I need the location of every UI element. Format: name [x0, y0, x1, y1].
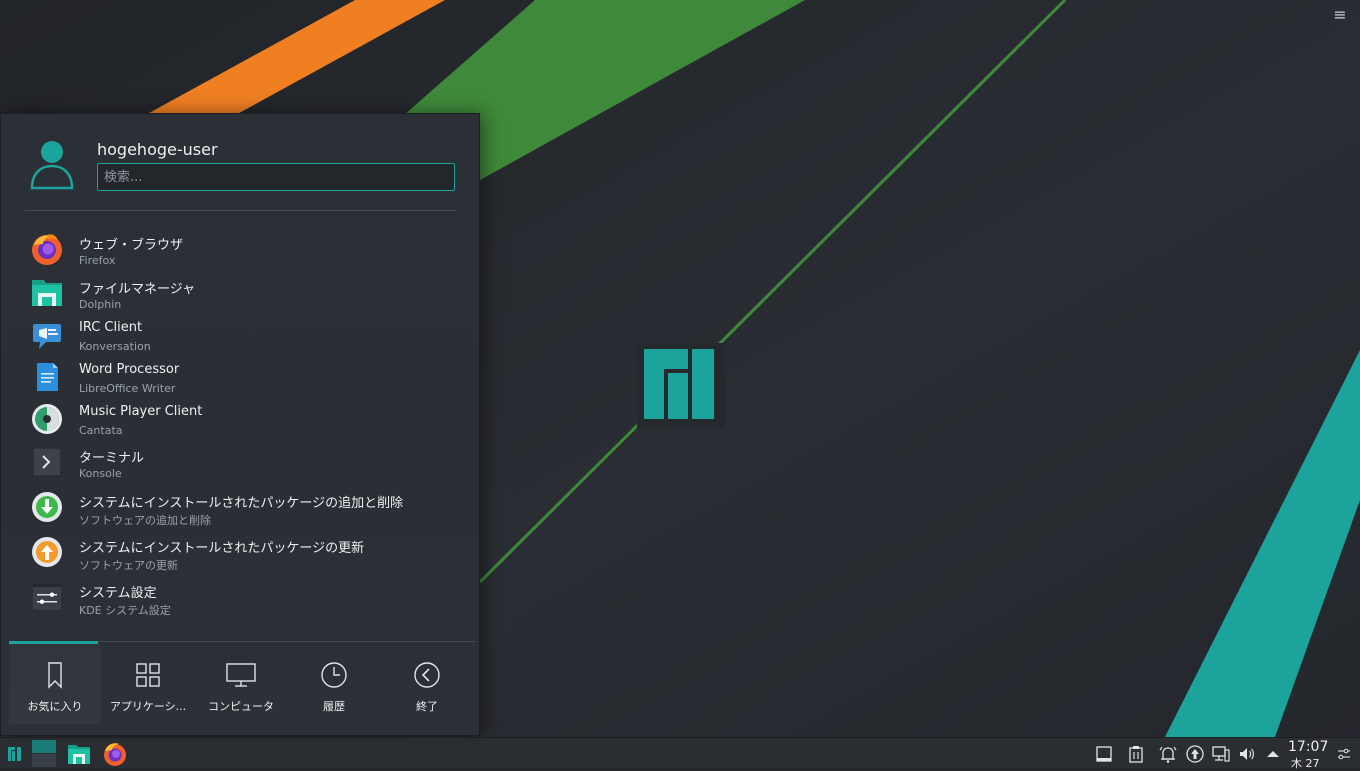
manjaro-logo	[644, 349, 714, 419]
app-subtitle: KDE システム設定	[79, 604, 171, 617]
package-update-icon	[32, 537, 62, 567]
clock-time[interactable]: 17:07	[1288, 739, 1328, 755]
launcher-tab-bar: お気に入り アプリケーシ... コンピュータ 履歴 終了	[9, 644, 475, 724]
tab-label: 終了	[416, 700, 438, 713]
tray-settings-icon[interactable]	[1336, 744, 1352, 764]
tab-leave[interactable]: 終了	[381, 644, 473, 724]
header-divider	[25, 210, 457, 211]
app-item-firefox[interactable]: ウェブ・ブラウザ Firefox	[1, 228, 477, 270]
app-item-konversation[interactable]: IRC Client Konversation	[1, 314, 477, 356]
notifications-icon[interactable]	[1158, 744, 1178, 764]
app-subtitle: Konsole	[79, 467, 122, 480]
tab-history[interactable]: 履歴	[288, 644, 380, 724]
app-name: システムにインストールされたパッケージの追加と削除	[79, 496, 404, 511]
app-subtitle: Firefox	[79, 254, 116, 267]
app-item-add-remove-software[interactable]: システムにインストールされたパッケージの追加と削除 ソフトウェアの追加と削除	[1, 486, 477, 528]
tab-label: コンピュータ	[208, 700, 274, 713]
app-item-dolphin[interactable]: ファイルマネージャ Dolphin	[1, 272, 477, 314]
app-item-writer[interactable]: Word Processor LibreOffice Writer	[1, 356, 477, 398]
app-name: ファイルマネージャ	[79, 282, 196, 297]
app-subtitle: Konversation	[79, 340, 151, 353]
app-subtitle: Dolphin	[79, 298, 122, 311]
app-name: Word Processor	[79, 362, 180, 377]
app-subtitle: Cantata	[79, 424, 123, 437]
clock-icon	[321, 662, 347, 688]
back-arrow-icon	[414, 662, 440, 688]
package-install-icon	[32, 492, 62, 522]
app-item-system-settings[interactable]: システム設定 KDE システム設定	[1, 576, 477, 618]
app-subtitle: ソフトウェアの更新	[79, 559, 178, 572]
user-avatar-icon	[30, 141, 74, 190]
grid-icon	[136, 663, 160, 687]
document-icon	[37, 363, 58, 391]
tab-label: アプリケーシ...	[109, 700, 187, 713]
firefox-icon	[32, 234, 62, 265]
app-name: Music Player Client	[79, 404, 203, 419]
app-name: システムにインストールされたパッケージの更新	[79, 541, 365, 556]
taskbar: 17:07 木 27	[0, 737, 1360, 771]
show-desktop-icon[interactable]	[1094, 744, 1114, 764]
app-name: IRC Client	[79, 320, 143, 335]
tab-applications[interactable]: アプリケーシ...	[102, 644, 194, 724]
app-item-konsole[interactable]: ターミナル Konsole	[1, 441, 477, 483]
music-icon	[32, 404, 62, 434]
file-manager-icon[interactable]	[66, 741, 92, 767]
application-launcher: hogehoge-user ウェブ・ブラウザ Firefox ファイルマネー	[0, 113, 480, 736]
app-subtitle: ソフトウェアの追加と削除	[79, 514, 211, 527]
desktop-pager-icon[interactable]	[31, 739, 57, 768]
folder-icon	[32, 280, 62, 306]
app-subtitle: LibreOffice Writer	[79, 382, 176, 395]
clock-date[interactable]: 木 27	[1291, 755, 1320, 771]
terminal-icon	[32, 447, 62, 477]
updates-icon[interactable]	[1185, 744, 1205, 764]
firefox-icon[interactable]	[102, 741, 128, 767]
manjaro-menu-icon[interactable]	[2, 741, 28, 767]
volume-icon[interactable]	[1237, 744, 1257, 764]
desktop-menu-icon[interactable]: ≡	[1330, 6, 1350, 24]
expand-tray-icon[interactable]	[1263, 744, 1283, 764]
chat-icon	[33, 324, 61, 349]
app-name: ターミナル	[79, 451, 145, 466]
app-item-cantata[interactable]: Music Player Client Cantata	[1, 398, 477, 440]
tab-label: 履歴	[323, 700, 345, 713]
app-name: システム設定	[79, 586, 157, 601]
tab-label: お気に入り	[27, 700, 83, 713]
bookmark-icon	[48, 662, 62, 689]
app-item-update-software[interactable]: システムにインストールされたパッケージの更新 ソフトウェアの更新	[1, 531, 477, 573]
tab-favorites[interactable]: お気に入り	[9, 644, 101, 724]
monitor-icon	[226, 663, 256, 687]
app-name: ウェブ・ブラウザ	[79, 238, 184, 253]
clipboard-icon[interactable]	[1126, 744, 1146, 764]
tab-computer[interactable]: コンピュータ	[195, 644, 287, 724]
network-icon[interactable]	[1211, 744, 1231, 764]
user-name: hogehoge-user	[97, 140, 218, 159]
settings-icon	[33, 584, 61, 610]
search-input[interactable]	[97, 163, 455, 191]
